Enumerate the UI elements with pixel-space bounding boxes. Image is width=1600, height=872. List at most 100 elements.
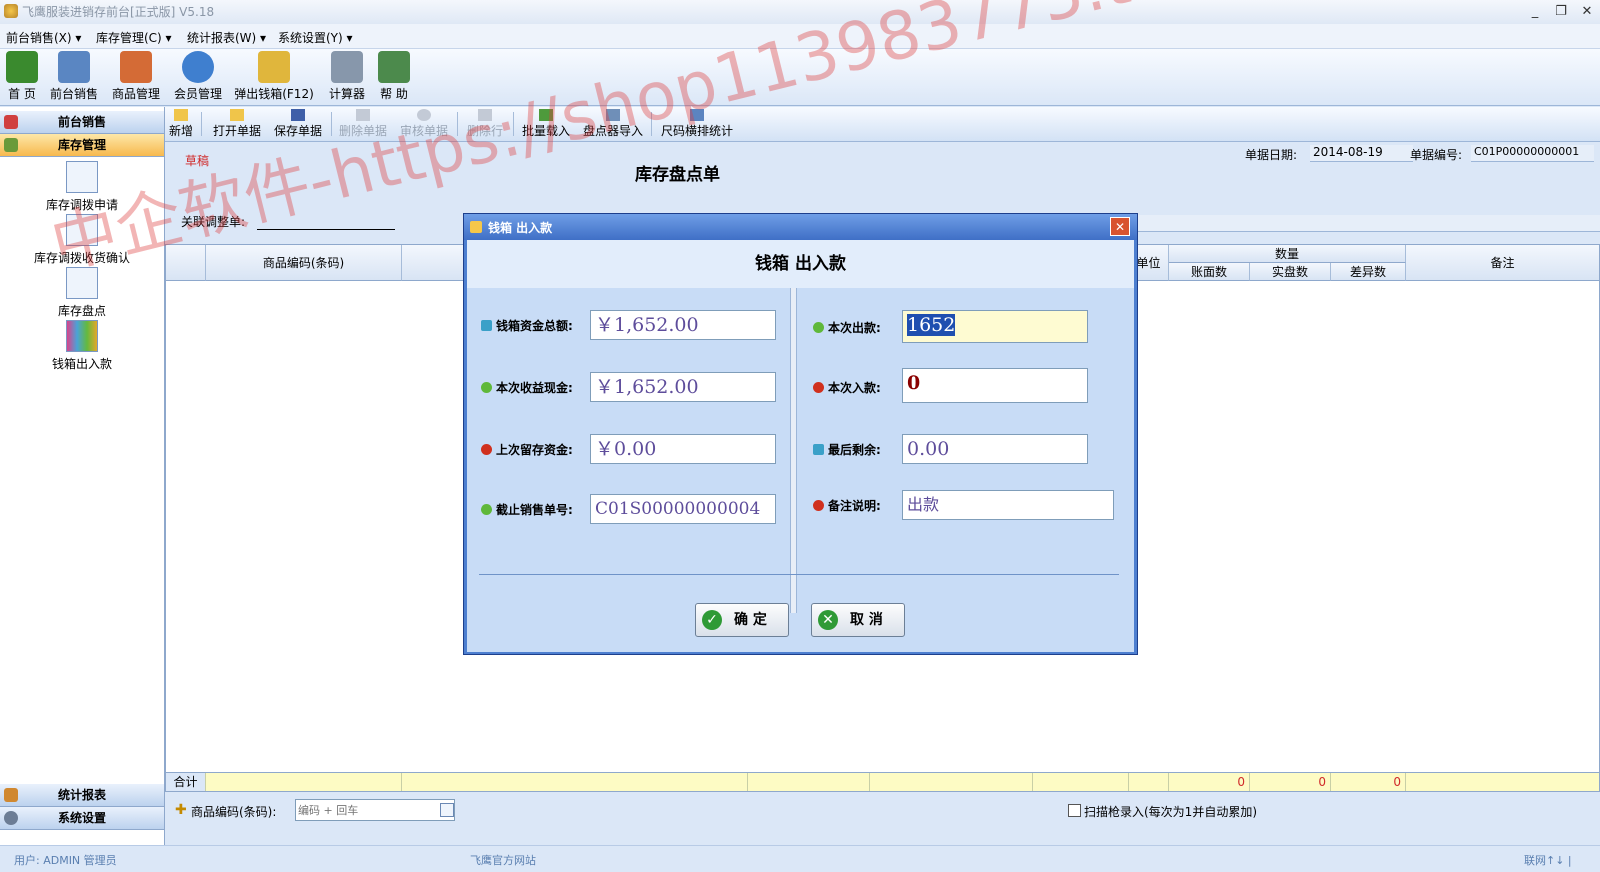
open-cash-drawer-button[interactable]: 弹出钱箱(F12) <box>232 51 316 103</box>
help-icon <box>378 51 410 83</box>
new-button[interactable]: 新增 <box>169 109 193 139</box>
payout-label: 本次出款: <box>813 319 881 336</box>
member-icon <box>182 51 214 83</box>
delete-row-icon <box>478 109 492 121</box>
restore-button[interactable]: ❐ <box>1550 3 1572 21</box>
main-toolbar: 首 页 前台销售 商品管理 会员管理 弹出钱箱(F12) 计算器 帮 助 <box>0 49 1600 106</box>
cancel-button[interactable]: ✕ 取 消 <box>811 603 905 637</box>
cashier-icon <box>58 51 90 83</box>
cube-icon <box>481 320 492 331</box>
form-search-icon <box>66 214 98 246</box>
remarks-field[interactable] <box>1085 215 1600 232</box>
scan-label: 扫描枪录入(每次为1并自动累加) <box>1084 805 1257 819</box>
number-label: 单据编号: <box>1410 148 1463 162</box>
final-balance-label: 最后剩余: <box>813 441 881 458</box>
sidebar-section-reports[interactable]: 统计报表 <box>0 784 164 807</box>
sidebar-item-stocktake[interactable]: 库存盘点 <box>0 267 164 319</box>
row-header-column <box>166 245 206 281</box>
date-field[interactable]: 2014-08-19 <box>1310 145 1413 162</box>
title-bar: 飞鹰服装进销存前台[正式版] V5.18 _ ❐ ✕ <box>0 0 1600 24</box>
cutoff-sales-number-field[interactable]: C01S00000000004 <box>590 494 776 524</box>
approve-document-button[interactable]: 审核单据 <box>400 109 448 139</box>
home-button[interactable]: 首 页 <box>2 51 42 103</box>
column-header-remarks[interactable]: 备注 <box>1406 245 1599 281</box>
leaf-icon <box>813 322 824 333</box>
menu-settings[interactable]: 系统设置(Y) ▾ <box>278 29 353 46</box>
menu-front-sales[interactable]: 前台销售(X) ▾ <box>6 29 81 46</box>
total-cell <box>206 773 402 791</box>
apple-icon <box>481 444 492 455</box>
toolbar-separator <box>651 112 652 136</box>
app-icon <box>470 221 482 233</box>
remark-label: 备注说明: <box>813 497 881 514</box>
sidebar-section-settings[interactable]: 系统设置 <box>0 807 164 830</box>
counter-import-button[interactable]: 盘点器导入 <box>583 109 643 139</box>
apple-icon <box>813 500 824 511</box>
scan-checkbox[interactable] <box>1068 804 1081 817</box>
coins-icon <box>258 51 290 83</box>
new-icon <box>174 109 188 121</box>
total-cell <box>870 773 1033 791</box>
dialog-divider <box>790 288 797 613</box>
toolbar-separator <box>457 112 458 136</box>
dialog-separator <box>479 574 1119 575</box>
toolbar-separator <box>201 112 202 136</box>
income-cash-field[interactable]: ￥1,652.00 <box>590 372 776 402</box>
sidebar-section-front-sales[interactable]: 前台销售 <box>0 111 164 134</box>
help-button[interactable]: 帮 助 <box>374 51 414 103</box>
previous-funds-field[interactable]: ￥0.00 <box>590 434 776 464</box>
menu-inventory[interactable]: 库存管理(C) ▾ <box>96 29 172 46</box>
member-management-button[interactable]: 会员管理 <box>170 51 226 103</box>
ok-button[interactable]: ✓ 确 定 <box>695 603 789 637</box>
date-label: 单据日期: <box>1245 148 1298 162</box>
delete-document-button[interactable]: 删除单据 <box>339 109 387 139</box>
payout-field[interactable]: 1652 <box>902 310 1088 343</box>
column-header-book[interactable]: 账面数 <box>1169 263 1250 281</box>
sidebar-section-inventory[interactable]: 库存管理 <box>0 134 164 157</box>
search-icon[interactable] <box>440 803 454 817</box>
barcode-input[interactable] <box>295 799 455 821</box>
dialog-body: 钱箱 出入款 钱箱资金总额: ￥1,652.00 本次收益现金: ￥1,652.… <box>467 240 1134 652</box>
open-document-button[interactable]: 打开单据 <box>213 109 261 139</box>
delete-row-button[interactable]: 删除行 <box>467 109 503 139</box>
sidebar: 前台销售 库存管理 库存调拨申请 库存调拨收货确认 库存盘点 钱箱出入款 统计报… <box>0 107 165 845</box>
total-funds-label: 钱箱资金总额: <box>481 317 573 334</box>
approve-icon <box>417 109 431 121</box>
column-header-actual[interactable]: 实盘数 <box>1250 263 1331 281</box>
total-cell <box>1129 773 1169 791</box>
deposit-label: 本次入款: <box>813 379 881 396</box>
close-window-button[interactable]: ✕ <box>1576 3 1598 21</box>
size-stats-button[interactable]: 尺码横排统计 <box>661 109 733 139</box>
dialog-close-button[interactable]: ✕ <box>1110 217 1130 236</box>
import-icon <box>606 109 620 121</box>
related-field[interactable] <box>257 215 395 230</box>
apple-icon <box>813 382 824 393</box>
sidebar-item-transfer-receipt[interactable]: 库存调拨收货确认 <box>0 214 164 266</box>
app-icon <box>4 4 18 18</box>
total-book: 0 <box>1169 773 1250 791</box>
official-site-link[interactable]: 飞鹰官方网站 <box>470 852 536 868</box>
remark-field[interactable]: 出款 <box>902 490 1114 520</box>
front-sales-button[interactable]: 前台销售 <box>46 51 102 103</box>
sidebar-item-cash-drawer[interactable]: 钱箱出入款 <box>0 320 164 372</box>
total-funds-field[interactable]: ￥1,652.00 <box>590 310 776 340</box>
calculator-button[interactable]: 计算器 <box>324 51 370 103</box>
form-edit-icon <box>66 161 98 193</box>
column-header-code[interactable]: 商品编码(条码) <box>206 245 402 281</box>
dialog-title: 钱箱 出入款 <box>488 221 553 235</box>
final-balance-field[interactable]: 0.00 <box>902 434 1088 464</box>
goods-management-button[interactable]: 商品管理 <box>108 51 164 103</box>
deposit-field[interactable]: 0 <box>902 368 1088 403</box>
cancel-x-icon: ✕ <box>818 610 838 630</box>
truck-icon <box>4 788 18 802</box>
sidebar-item-transfer-request[interactable]: 库存调拨申请 <box>0 161 164 213</box>
column-header-difference[interactable]: 差异数 <box>1331 263 1406 281</box>
total-cell <box>402 773 748 791</box>
batch-load-button[interactable]: 批量载入 <box>522 109 570 139</box>
menu-reports[interactable]: 统计报表(W) ▾ <box>187 29 266 46</box>
toolbar-separator <box>513 112 514 136</box>
save-document-button[interactable]: 保存单据 <box>274 109 322 139</box>
minimize-button[interactable]: _ <box>1524 3 1546 21</box>
total-label: 合计 <box>166 773 206 791</box>
number-field[interactable]: C01P00000000001 <box>1471 145 1594 162</box>
